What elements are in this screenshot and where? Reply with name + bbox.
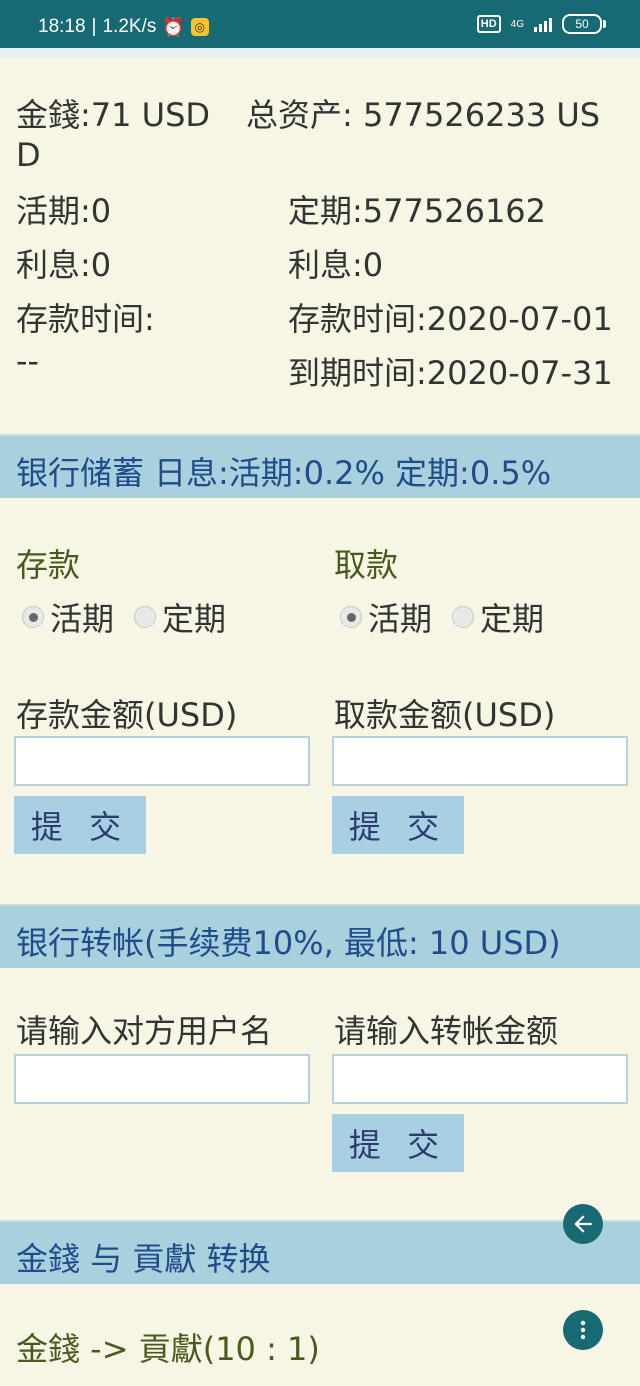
deposit-type-group: 活期 定期 xyxy=(22,594,246,640)
money-balance: 金錢:71 USD xyxy=(16,96,211,134)
withdraw-heading: 取款 xyxy=(334,546,399,584)
withdraw-option-demand[interactable]: 活期 xyxy=(340,594,432,640)
radio-unchecked-icon[interactable] xyxy=(134,606,157,628)
fixed-interest: 利息:0 xyxy=(288,246,384,284)
deposit-amount-input[interactable] xyxy=(14,736,310,786)
withdraw-submit-button[interactable]: 提 交 xyxy=(332,796,464,854)
deposit-option-fixed-label: 定期 xyxy=(162,600,227,638)
status-time: 18:18 xyxy=(38,16,86,37)
back-arrow-icon[interactable] xyxy=(563,1204,603,1244)
demand-balance: 活期:0 xyxy=(16,192,112,230)
withdraw-amount-label: 取款金额(USD) xyxy=(334,696,556,734)
deposit-submit-button[interactable]: 提 交 xyxy=(14,796,146,854)
money-to-contribution-heading: 金錢 -> 貢獻(10 : 1) xyxy=(16,1330,320,1368)
total-assets: 总资产: 577526233 US xyxy=(246,96,601,134)
withdraw-option-fixed[interactable]: 定期 xyxy=(452,594,544,640)
fixed-balance: 定期:577526162 xyxy=(288,192,547,230)
savings-rate: 日息:活期:0.2% 定期:0.5% xyxy=(154,454,552,492)
more-options-icon[interactable] xyxy=(563,1310,603,1350)
network-speed: 1.2K/s xyxy=(102,16,157,37)
savings-title: 银行储蓄 xyxy=(16,454,145,492)
battery-level: 50 xyxy=(575,17,589,31)
radio-checked-icon[interactable] xyxy=(22,606,44,628)
transfer-amount-input[interactable] xyxy=(332,1054,628,1104)
fixed-due-time: 到期时间:2020-07-31 xyxy=(288,354,613,392)
deposit-amount-label: 存款金额(USD) xyxy=(16,696,238,734)
hd-badge: HD xyxy=(476,15,501,33)
savings-header: 银行储蓄 日息:活期:0.2% 定期:0.5% xyxy=(0,434,640,498)
transfer-amount-label: 请输入转帐金额 xyxy=(334,1012,559,1050)
transfer-submit-button[interactable]: 提 交 xyxy=(332,1114,464,1172)
network-type: 4G xyxy=(510,18,524,30)
demand-interest: 利息:0 xyxy=(16,246,112,284)
radio-unchecked-icon[interactable] xyxy=(452,606,475,628)
exchange-header: 金錢 与 貢獻 转换 xyxy=(0,1220,640,1284)
fixed-deposit-time: 存款时间:2020-07-01 xyxy=(288,300,613,338)
withdraw-option-fixed-label: 定期 xyxy=(480,600,545,638)
radio-checked-icon[interactable] xyxy=(340,606,362,628)
demand-deposit-time-value: -- xyxy=(16,342,40,380)
total-assets-wrap: D xyxy=(16,136,41,174)
signal-icon xyxy=(534,16,552,32)
transfer-title: 银行转帐(手续费10%, 最低: 10 USD) xyxy=(16,924,561,962)
withdraw-type-group: 活期 定期 xyxy=(340,594,564,640)
app-notification-icon: ◎ xyxy=(190,18,209,36)
demand-deposit-time: 存款时间: xyxy=(16,300,155,338)
deposit-option-demand[interactable]: 活期 xyxy=(22,594,114,640)
battery-icon: 50 xyxy=(562,14,606,34)
exchange-title: 金錢 与 貢獻 转换 xyxy=(16,1240,271,1278)
withdraw-option-demand-label: 活期 xyxy=(368,600,433,638)
transfer-username-input[interactable] xyxy=(14,1054,310,1104)
alarm-icon: ⏰ xyxy=(162,16,185,37)
withdraw-amount-input[interactable] xyxy=(332,736,628,786)
deposit-option-fixed[interactable]: 定期 xyxy=(134,594,226,640)
status-bar: 18:18 | 1.2K/s ⏰ ◎ HD 4G 50 xyxy=(0,0,640,48)
deposit-heading: 存款 xyxy=(16,546,81,584)
transfer-username-label: 请输入对方用户名 xyxy=(16,1012,273,1050)
transfer-header: 银行转帐(手续费10%, 最低: 10 USD) xyxy=(0,904,640,968)
deposit-option-demand-label: 活期 xyxy=(50,600,115,638)
header-divider xyxy=(0,48,640,58)
